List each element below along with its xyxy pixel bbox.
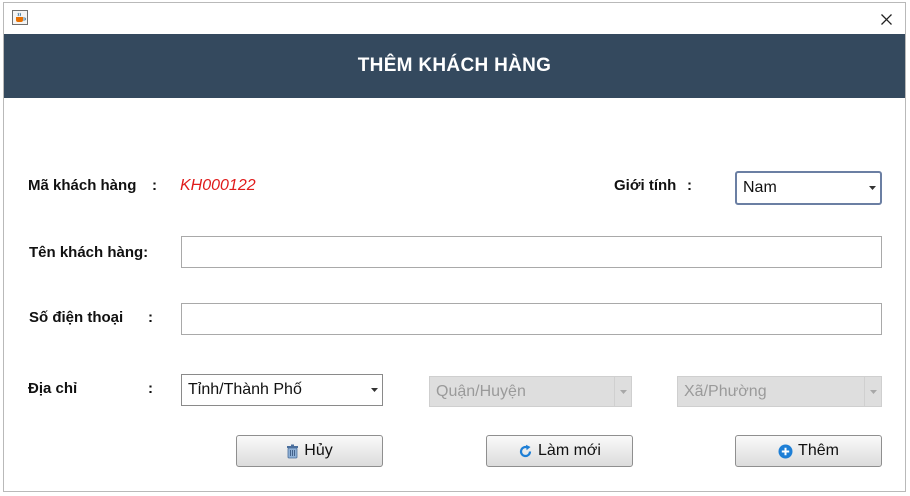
trash-icon [286,444,299,459]
refresh-button-label: Làm mới [538,442,601,459]
header-banner: THÊM KHÁCH HÀNG [4,34,905,98]
ward-select[interactable]: Xã/Phường [677,376,882,407]
ward-selected-value: Xã/Phường [684,382,767,400]
customer-code-value: KH000122 [180,177,256,194]
refresh-icon [518,444,533,459]
page-title: THÊM KHÁCH HÀNG [357,55,552,76]
java-cup-icon [12,10,28,25]
add-button[interactable]: Thêm [735,435,882,467]
chevron-down-icon[interactable] [864,173,880,203]
gender-colon: : [687,177,692,194]
province-select[interactable]: Tỉnh/Thành Phố [181,374,383,406]
dialog-window: THÊM KHÁCH HÀNG Mã khách hàng : KH000122… [3,2,906,492]
close-icon [880,13,892,25]
close-button[interactable] [873,7,899,31]
phone-label: Số điện thoại [29,309,124,326]
customer-code-colon: : [152,177,157,194]
chevron-down-icon[interactable] [366,375,382,405]
customer-code-label: Mã khách hàng [28,177,137,194]
name-label: Tên khách hàng: [29,244,149,261]
address-label: Địa chỉ [28,380,78,397]
province-selected-value: Tỉnh/Thành Phố [188,381,302,398]
phone-colon: : [148,309,153,326]
title-bar [4,3,905,34]
gender-selected-value: Nam [743,179,777,196]
phone-input[interactable] [181,303,882,335]
cancel-button[interactable]: Hủy [236,435,383,467]
address-colon: : [148,380,153,397]
plus-circle-icon [778,444,793,459]
refresh-button[interactable]: Làm mới [486,435,633,467]
chevron-down-icon [864,377,881,406]
cancel-button-label: Hủy [304,442,333,459]
add-button-label: Thêm [798,442,839,459]
gender-select[interactable]: Nam [735,171,882,205]
district-select[interactable]: Quận/Huyện [429,376,632,407]
gender-label: Giới tính [614,177,677,194]
district-selected-value: Quận/Huyện [436,382,526,400]
name-input[interactable] [181,236,882,268]
chevron-down-icon [614,377,631,406]
